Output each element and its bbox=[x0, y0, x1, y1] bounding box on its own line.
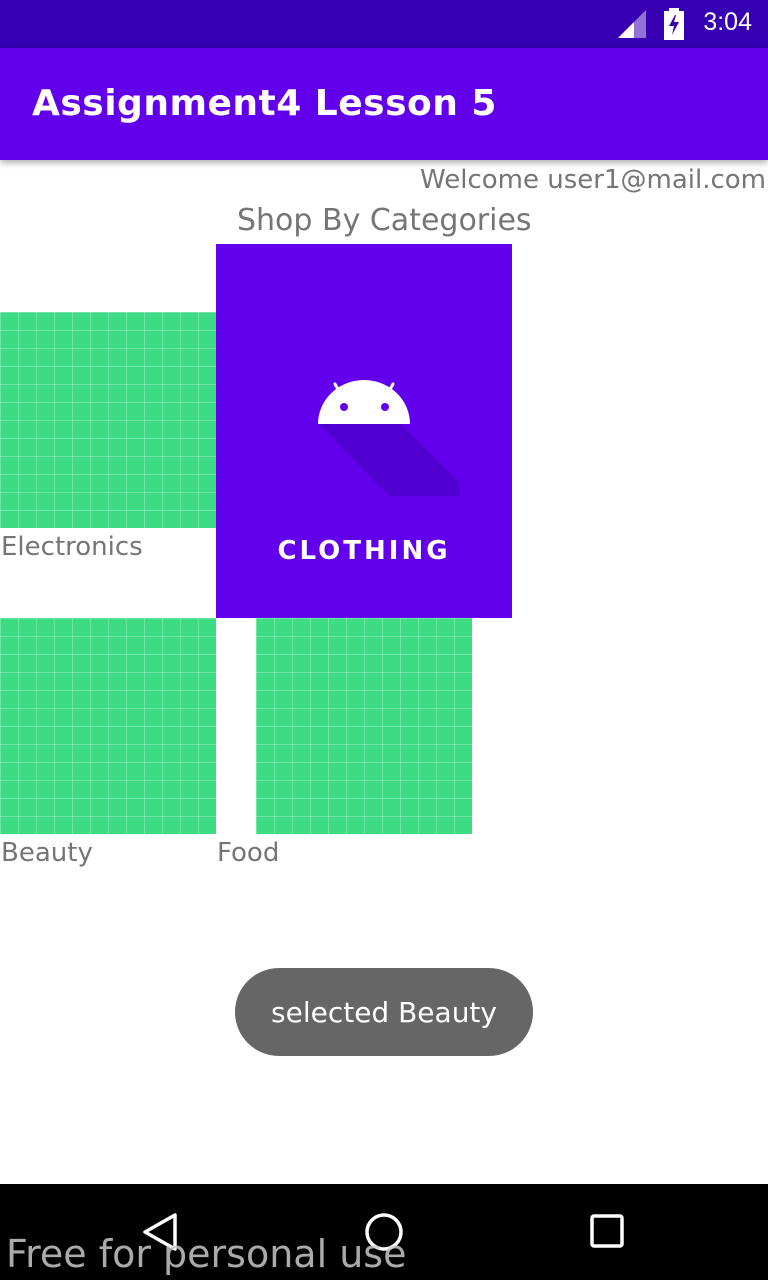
welcome-text: Welcome user1@mail.com bbox=[420, 165, 766, 195]
clothing-label: CLOTHING bbox=[277, 536, 451, 566]
beauty-label: Beauty bbox=[1, 838, 93, 868]
signal-icon bbox=[618, 10, 646, 38]
electronics-image-button[interactable] bbox=[0, 312, 216, 528]
categories-heading: Shop By Categories bbox=[237, 203, 532, 238]
beauty-image-button[interactable] bbox=[0, 618, 216, 834]
android-icon bbox=[318, 380, 459, 496]
toast-message: selected Beauty bbox=[235, 968, 533, 1056]
clothing-button[interactable]: CLOTHING bbox=[216, 244, 512, 618]
food-label: Food bbox=[217, 838, 280, 868]
electronics-label: Electronics bbox=[1, 532, 143, 562]
app-title: Assignment4 Lesson 5 bbox=[32, 83, 497, 124]
toast-text: selected Beauty bbox=[271, 995, 497, 1029]
status-bar: 3:04 bbox=[0, 0, 768, 48]
battery-charging-icon bbox=[664, 8, 684, 40]
app-bar: Assignment4 Lesson 5 bbox=[0, 48, 768, 160]
watermark-text: Free for personal use bbox=[6, 1232, 407, 1276]
recents-icon[interactable] bbox=[590, 1214, 626, 1250]
food-image-button[interactable] bbox=[256, 618, 472, 834]
status-time: 3:04 bbox=[703, 8, 752, 36]
